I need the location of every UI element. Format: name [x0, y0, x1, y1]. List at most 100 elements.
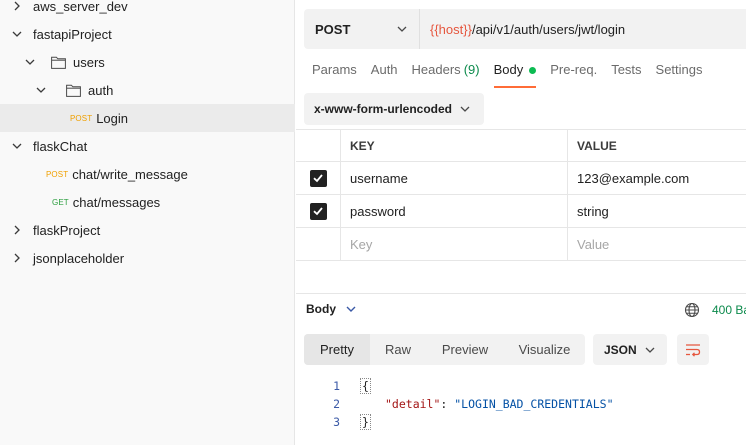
table-row-new: Key Value: [296, 228, 746, 261]
row-checkbox[interactable]: [309, 202, 327, 220]
table-header-row: KEY VALUE: [296, 129, 746, 162]
tab-preview[interactable]: Preview: [426, 334, 504, 365]
response-view-tabs: Pretty Raw Preview Visualize: [304, 334, 585, 365]
sidebar-item-chat-write-message[interactable]: POST chat/write_message: [0, 160, 295, 188]
sidebar-item-label: fastapiProject: [33, 26, 112, 42]
method-badge-post: POST: [46, 169, 69, 179]
response-format-select[interactable]: JSON: [593, 334, 667, 365]
sidebar-item-login[interactable]: POST Login: [0, 104, 295, 132]
sidebar-item-jsonplaceholder[interactable]: jsonplaceholder: [0, 244, 295, 272]
sidebar-item-label: Login: [96, 110, 128, 126]
response-body-label: Body: [306, 302, 336, 316]
key-column-header: KEY: [341, 130, 568, 161]
chevron-right-icon[interactable]: [11, 252, 23, 264]
sidebar-item-label: chat/write_message: [72, 166, 188, 182]
form-params-table: KEY VALUE username 123@example.com passw…: [296, 129, 746, 261]
response-body-toggle[interactable]: Body: [306, 302, 356, 316]
tab-settings[interactable]: Settings: [656, 62, 703, 88]
table-row-check-cell: [296, 228, 341, 260]
sidebar-item-auth[interactable]: auth: [0, 76, 295, 104]
chevron-right-icon[interactable]: [11, 0, 23, 12]
tab-label: Params: [312, 62, 357, 77]
response-status[interactable]: 400 Ba: [712, 303, 746, 317]
tab-visualize[interactable]: Visualize: [504, 334, 585, 365]
globe-icon[interactable]: [684, 302, 700, 318]
response-code-viewer[interactable]: 1 { 2 "detail": "LOGIN_BAD_CREDENTIALS" …: [316, 377, 614, 431]
sidebar-item-users[interactable]: users: [0, 48, 295, 76]
code-line: 2 "detail": "LOGIN_BAD_CREDENTIALS": [316, 395, 614, 413]
wrap-lines-button[interactable]: [677, 334, 709, 365]
url-variable: {{host}}: [430, 21, 472, 37]
url-input[interactable]: {{host}}/api/v1/auth/users/jwt/login: [420, 22, 625, 37]
tab-tests[interactable]: Tests: [611, 62, 641, 88]
tab-prereq[interactable]: Pre-req.: [550, 62, 597, 88]
collections-sidebar: aws_server_dev fastapiProject users auth…: [0, 0, 295, 445]
sidebar-item-label: jsonplaceholder: [33, 250, 125, 266]
request-editor: POST {{host}}/api/v1/auth/users/jwt/logi…: [296, 0, 746, 445]
sidebar-item-label: aws_server_dev: [33, 0, 128, 14]
key-cell[interactable]: password: [341, 195, 568, 227]
line-number: 1: [333, 379, 340, 393]
headers-count: (9): [463, 62, 480, 77]
chevron-down-icon[interactable]: [11, 140, 23, 152]
tab-label: Pre-req.: [550, 62, 598, 77]
checkmark-icon: [313, 174, 323, 183]
sidebar-item-flaskchat[interactable]: flaskChat: [0, 132, 295, 160]
sidebar-item-aws-server-dev[interactable]: aws_server_dev: [0, 0, 295, 20]
checkmark-icon: [313, 207, 323, 216]
chevron-down-icon[interactable]: [24, 56, 36, 68]
tab-auth[interactable]: Auth: [371, 62, 398, 88]
sidebar-item-fastapiproject[interactable]: fastapiProject: [0, 20, 295, 48]
value-cell[interactable]: 123@example.com: [568, 162, 746, 194]
tab-label: Settings: [655, 62, 703, 77]
tab-label: Tests: [611, 62, 642, 77]
tab-body[interactable]: Body: [493, 62, 537, 88]
tab-pretty[interactable]: Pretty: [304, 334, 370, 365]
method-select[interactable]: POST: [304, 9, 420, 49]
tab-raw[interactable]: Raw: [370, 334, 426, 365]
method-badge-get: GET: [52, 197, 69, 207]
wrap-lines-icon: [686, 343, 701, 357]
request-tabs: Params Auth Headers (9) Body Pre-req. Tes…: [312, 62, 717, 88]
format-value: JSON: [604, 342, 637, 357]
json-key: "detail": [385, 397, 441, 411]
chevron-down-icon: [346, 304, 356, 314]
chevron-down-icon: [645, 347, 655, 353]
key-input[interactable]: Key: [341, 228, 568, 260]
url-bar: POST {{host}}/api/v1/auth/users/jwt/logi…: [304, 9, 746, 49]
json-value: "LOGIN_BAD_CREDENTIALS": [454, 397, 614, 411]
tab-params[interactable]: Params: [312, 62, 357, 88]
tab-label: Headers: [411, 62, 461, 77]
chevron-down-icon: [397, 26, 407, 32]
value-input[interactable]: Value: [568, 228, 746, 260]
value-column-header: VALUE: [577, 138, 617, 153]
sidebar-item-chat-messages[interactable]: GET chat/messages: [0, 188, 295, 216]
body-type-select[interactable]: x-www-form-urlencoded: [304, 93, 484, 125]
folder-icon: [66, 83, 82, 97]
tab-label: Body: [493, 62, 524, 77]
sidebar-item-label: users: [73, 54, 105, 70]
tab-headers[interactable]: Headers (9): [412, 62, 480, 88]
url-path: /api/v1/auth/users/jwt/login: [471, 21, 626, 37]
body-type-value: x-www-form-urlencoded: [314, 102, 453, 116]
open-brace: {: [360, 378, 371, 394]
table-row: username 123@example.com: [296, 162, 746, 195]
sidebar-item-flaskproject[interactable]: flaskProject: [0, 216, 295, 244]
table-row-check-cell: [296, 162, 341, 194]
line-number: 3: [333, 415, 340, 429]
chevron-down-icon[interactable]: [35, 84, 47, 96]
sidebar-item-label: flaskProject: [33, 222, 101, 238]
method-badge-post: POST: [70, 113, 93, 123]
chevron-right-icon[interactable]: [11, 224, 23, 236]
chevron-down-icon: [460, 106, 470, 112]
row-checkbox[interactable]: [309, 169, 327, 187]
method-value: POST: [315, 21, 351, 37]
chevron-down-icon[interactable]: [11, 28, 23, 40]
body-indicator-dot: [529, 67, 537, 74]
value-cell[interactable]: string: [568, 195, 746, 227]
json-colon: :: [440, 397, 455, 411]
table-row: password string: [296, 195, 746, 228]
close-brace: }: [360, 414, 371, 430]
key-cell[interactable]: username: [341, 162, 568, 194]
sidebar-item-label: auth: [88, 82, 114, 98]
